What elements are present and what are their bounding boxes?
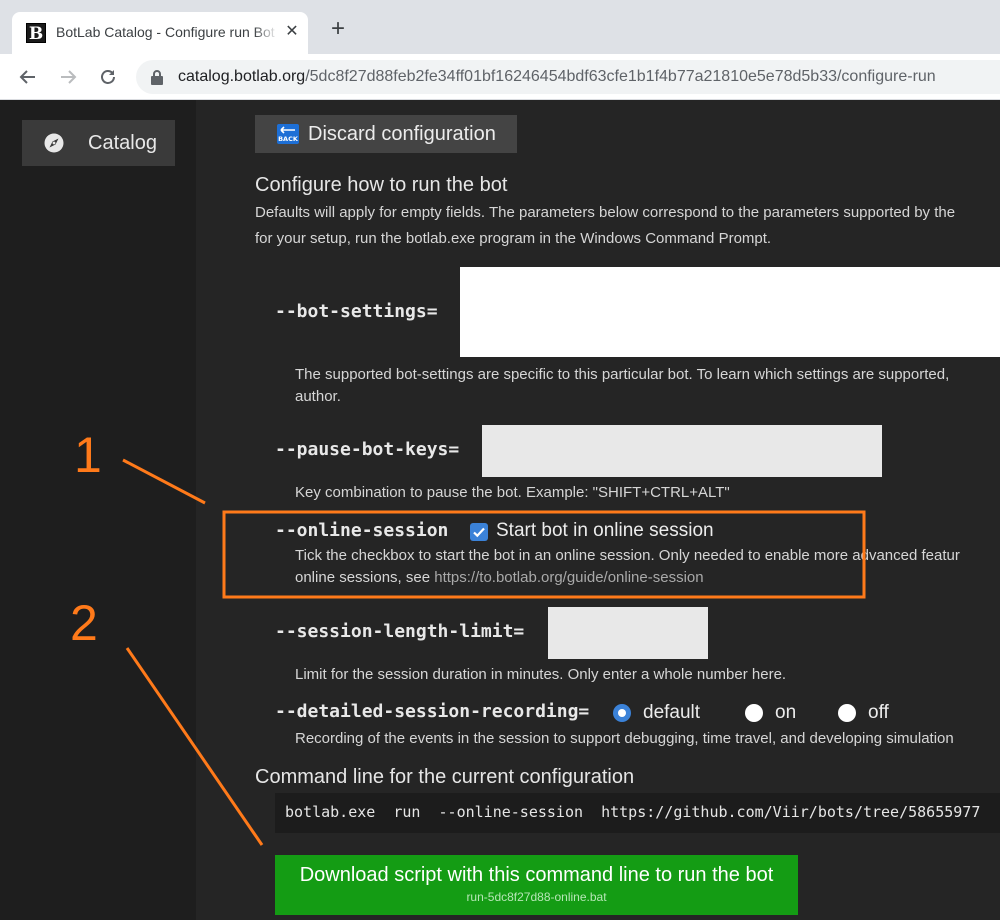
recording-radio-default[interactable]	[613, 704, 631, 722]
online-session-guide-link[interactable]: https://to.botlab.org/guide/online-sessi…	[434, 569, 703, 586]
address-bar[interactable]: catalog.botlab.org/5dc8f27d88feb2fe34ff0…	[136, 60, 1000, 94]
command-line-text: botlab.exe run --online-session https://…	[285, 803, 981, 821]
bot-settings-label: --bot-settings=	[275, 301, 438, 322]
url-text: catalog.botlab.org/5dc8f27d88feb2fe34ff0…	[178, 68, 936, 86]
download-script-label: Download script with this command line t…	[299, 864, 774, 886]
url-path: /5dc8f27d88feb2fe34ff01bf16246454bdf63cf…	[305, 68, 936, 85]
recording-radio-off-label[interactable]: off	[868, 702, 889, 724]
bot-settings-help-line1: The supported bot-settings are specific …	[295, 366, 950, 383]
pause-bot-keys-help: Key combination to pause the bot. Exampl…	[295, 484, 730, 501]
command-line-box[interactable]: botlab.exe run --online-session https://…	[275, 793, 1000, 833]
botlab-favicon-icon: B	[26, 23, 46, 44]
annotation-number-1: 1	[74, 427, 102, 483]
forward-arrow-icon[interactable]	[54, 63, 82, 91]
config-desc-line2: for your setup, run the botlab.exe progr…	[255, 230, 772, 247]
discard-configuration-button[interactable]: BACK Discard configuration	[255, 115, 517, 153]
browser-toolbar: catalog.botlab.org/5dc8f27d88feb2fe34ff0…	[0, 54, 1000, 100]
config-desc-line1: Defaults will apply for empty fields. Th…	[255, 204, 956, 221]
online-session-help-prefix: online sessions, see	[295, 569, 435, 586]
tab-close-icon[interactable]: ✕	[282, 22, 302, 42]
catalog-button[interactable]: Catalog	[22, 120, 175, 166]
bot-settings-help-line2: author.	[295, 388, 341, 405]
recording-radio-default-label[interactable]: default	[643, 702, 700, 724]
config-title: Configure how to run the bot	[255, 174, 508, 196]
tab-title: BotLab Catalog - Configure run Bot	[56, 24, 278, 40]
discard-label: Discard configuration	[308, 123, 496, 145]
new-tab-plus-icon[interactable]: +	[326, 17, 350, 42]
download-script-button[interactable]: Download script with this command line t…	[275, 855, 798, 915]
detailed-session-recording-label: --detailed-session-recording=	[275, 701, 590, 722]
online-session-checkbox-label[interactable]: Start bot in online session	[496, 520, 714, 542]
session-length-limit-input[interactable]	[548, 607, 708, 659]
checkmark-icon	[473, 527, 485, 538]
svg-text:BACK: BACK	[278, 135, 299, 143]
session-length-limit-label: --session-length-limit=	[275, 621, 525, 642]
online-session-checkbox[interactable]	[470, 523, 488, 541]
catalog-label: Catalog	[88, 132, 157, 154]
recording-radio-on-label[interactable]: on	[775, 702, 796, 724]
recording-radio-off[interactable]	[838, 704, 856, 722]
online-session-help-line2: online sessions, see https://to.botlab.o…	[295, 567, 704, 589]
bot-settings-input[interactable]	[460, 267, 1000, 357]
command-line-title: Command line for the current configurati…	[255, 766, 635, 788]
online-session-help-line1: Tick the checkbox to start the bot in an…	[295, 547, 960, 564]
url-host: catalog.botlab.org	[178, 68, 306, 85]
annotation-number-2: 2	[70, 595, 98, 651]
main-content: BACK Discard configuration Configure how…	[196, 100, 1000, 920]
lock-icon	[151, 70, 163, 85]
pause-bot-keys-input[interactable]	[482, 425, 882, 477]
sidebar: Catalog	[0, 100, 196, 920]
reload-icon[interactable]	[94, 63, 122, 91]
session-length-limit-help: Limit for the session duration in minute…	[295, 666, 787, 683]
online-session-label: --online-session	[275, 520, 449, 541]
recording-radio-on[interactable]	[745, 704, 763, 722]
browser-tabstrip: B BotLab Catalog - Configure run Bot ✕ +	[0, 0, 1000, 54]
browser-tab-active[interactable]: B BotLab Catalog - Configure run Bot ✕	[12, 12, 308, 54]
compass-icon	[44, 133, 64, 153]
pause-bot-keys-label: --pause-bot-keys=	[275, 439, 460, 460]
back-arrow-icon[interactable]	[14, 63, 42, 91]
download-filename: run-5dc8f27d88-online.bat	[466, 890, 607, 904]
detailed-session-recording-help: Recording of the events in the session t…	[295, 730, 954, 747]
back-icon: BACK	[277, 124, 299, 144]
